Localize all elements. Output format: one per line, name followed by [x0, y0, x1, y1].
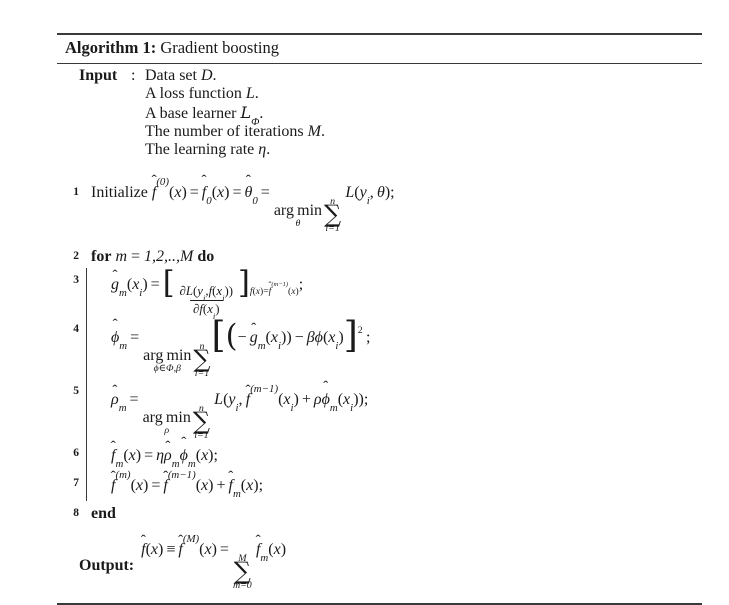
- input-item-learning-rate: The learning rate η.: [145, 141, 270, 159]
- algorithm-line-5: 5 ρ̂m=arg minρn∑i=1 L(yi, f̂(m−1)(xi)+ρϕ…: [57, 378, 702, 441]
- loss-symbol: L: [245, 84, 255, 102]
- algorithm-line-8: 8 end: [57, 501, 702, 527]
- output-block: Output: f̂(x)≡f̂(M)(x)=M∑m=0 f̂m(x): [57, 532, 702, 591]
- input-block: Input : Data set D. A loss function L. A…: [57, 67, 702, 159]
- algorithm-line-1: 1 Initialize f̂(0)(x)=f̂0(x)=θ̂0=arg min…: [57, 176, 702, 235]
- loop-body-bar: [83, 440, 93, 471]
- line-number-6: 6: [73, 446, 79, 459]
- line-number-4: 4: [73, 323, 79, 335]
- algorithm-line-6: 6 f̂m(x)=ηρ̂mϕ̂m(x);: [57, 440, 702, 471]
- input-item-base-learner: A base learner LΦ.: [145, 102, 264, 128]
- input-item-learning-rate-text: The learning rate: [145, 140, 259, 158]
- input-item-dataset-text: Data set: [145, 66, 201, 84]
- line-1-formula: f̂(0)(x)=f̂0(x)=θ̂0=arg minθn∑i=1 L(yi, …: [151, 176, 395, 235]
- line-3-content: ĝm(xi)=[∂L(yi,f(xi))∂f(xi)]f(x)=f̂(m−1)…: [93, 265, 702, 321]
- line-number-3: 3: [73, 273, 79, 286]
- input-item-base-learner-period: .: [259, 104, 264, 122]
- input-item-loss: A loss function L.: [145, 85, 259, 103]
- algorithm-caption: Algorithm 1: Gradient boosting: [57, 35, 702, 63]
- loop-body-bar: [83, 317, 93, 379]
- base-learner-subscript: Φ: [251, 115, 260, 128]
- algorithm-block: Algorithm 1: Gradient boosting Input : D…: [57, 33, 702, 605]
- line-number-5: 5: [73, 384, 79, 397]
- loop-body-bar: [83, 470, 93, 501]
- algorithm-line-2: 2 for m = 1,2,..,M do: [57, 244, 702, 268]
- line-2-content: for m = 1,2,..,M do: [83, 244, 702, 268]
- line-6-formula: f̂m(x)=ηρ̂mϕ̂m(x);: [111, 446, 218, 471]
- line-4-content: ϕ̂m=arg minϕ∈Φ,βn∑i=1[(− ĝm(xi))−βϕ(xi)…: [93, 317, 702, 379]
- algorithm-caption-title: Gradient boosting: [160, 38, 280, 57]
- input-row-learning-rate: The learning rate η.: [57, 141, 702, 159]
- spacer-after-input: [57, 159, 702, 181]
- input-item-iterations: The number of iterations M.: [145, 123, 325, 141]
- loop-body-bar: [83, 267, 93, 318]
- loop-body-bar: [83, 378, 93, 441]
- input-label: Input: [79, 66, 118, 84]
- input-item-loss-period: .: [254, 84, 259, 102]
- do-keyword: do: [197, 248, 215, 266]
- line-number-2: 2: [73, 250, 79, 263]
- input-row-loss: A loss function L.: [57, 85, 702, 103]
- algorithm-line-7: 7 f̂(m)(x)=f̂(m−1)(x)+f̂m(x);: [57, 468, 702, 501]
- algorithm-line-4: 4 ϕ̂m=arg minϕ∈Φ,βn∑i=1[(− ĝm(xi))−βϕ(x…: [57, 317, 702, 379]
- line-5-formula: ρ̂m=arg minρn∑i=1 L(yi, f̂(m−1)(xi)+ρϕ̂m…: [111, 382, 369, 441]
- line-8-content: end: [83, 501, 702, 525]
- line-7-content: f̂(m)(x)=f̂(m−1)(x)+f̂m(x);: [93, 468, 702, 501]
- line-1-keyword: Initialize: [91, 184, 148, 202]
- input-row-iterations: The number of iterations M.: [57, 123, 702, 141]
- base-learner-symbol: L: [240, 102, 252, 122]
- input-item-learning-rate-period: .: [266, 140, 271, 158]
- output-formula: f̂(x)≡f̂(M)(x)=M∑m=0 f̂m(x): [141, 532, 287, 591]
- algorithm-caption-keyword: Algorithm 1:: [65, 38, 157, 57]
- input-item-iterations-text: The number of iterations: [145, 122, 308, 140]
- end-keyword: end: [91, 504, 116, 522]
- input-item-loss-text: A loss function: [145, 84, 246, 102]
- spacer-after-output: [57, 591, 702, 597]
- iterations-symbol: M: [307, 122, 321, 140]
- line-number-7: 7: [73, 476, 79, 489]
- line-number-1: 1: [73, 186, 79, 199]
- line-7-formula: f̂(m)(x)=f̂(m−1)(x)+f̂m(x);: [111, 468, 264, 501]
- spacer-before-output: [57, 527, 702, 541]
- output-label: Output:: [79, 556, 135, 574]
- input-colon: :: [131, 66, 136, 84]
- algorithm-line-3: 3 ĝm(xi)=[∂L(yi,f(xi))∂f(xi)]f(x)=f̂(m−…: [57, 265, 702, 321]
- line-1-content: Initialize f̂(0)(x)=f̂0(x)=θ̂0=arg minθn…: [83, 176, 702, 235]
- for-range: 1,2,..,M: [144, 248, 194, 266]
- line-5-content: ρ̂m=arg minρn∑i=1 L(yi, f̂(m−1)(xi)+ρϕ̂m…: [93, 379, 702, 441]
- line-3-formula: ĝm(xi)=[∂L(yi,f(xi))∂f(xi)]f(x)=f̂(m−1)…: [111, 265, 304, 321]
- dataset-symbol: D: [200, 66, 213, 84]
- input-row-base-learner: A base learner LΦ.: [57, 102, 702, 128]
- line-4-formula: ϕ̂m=arg minϕ∈Φ,βn∑i=1[(− ĝm(xi))−βϕ(xi)…: [111, 315, 371, 380]
- input-row-dataset: Input : Data set D.: [57, 67, 702, 85]
- line-6-content: f̂m(x)=ηρ̂mϕ̂m(x);: [93, 441, 702, 471]
- for-equals: =: [131, 248, 141, 266]
- for-keyword: for: [91, 248, 112, 266]
- input-item-iterations-period: .: [320, 122, 325, 140]
- line-number-8: 8: [73, 506, 79, 519]
- algorithm-body: Input : Data set D. A loss function L. A…: [57, 64, 702, 603]
- input-item-dataset-period: .: [212, 66, 217, 84]
- spacer-line-1-2: [57, 234, 702, 244]
- for-iterator: m: [115, 248, 127, 266]
- input-item-base-learner-text: A base learner: [145, 104, 241, 122]
- input-item-dataset: Data set D.: [145, 67, 217, 85]
